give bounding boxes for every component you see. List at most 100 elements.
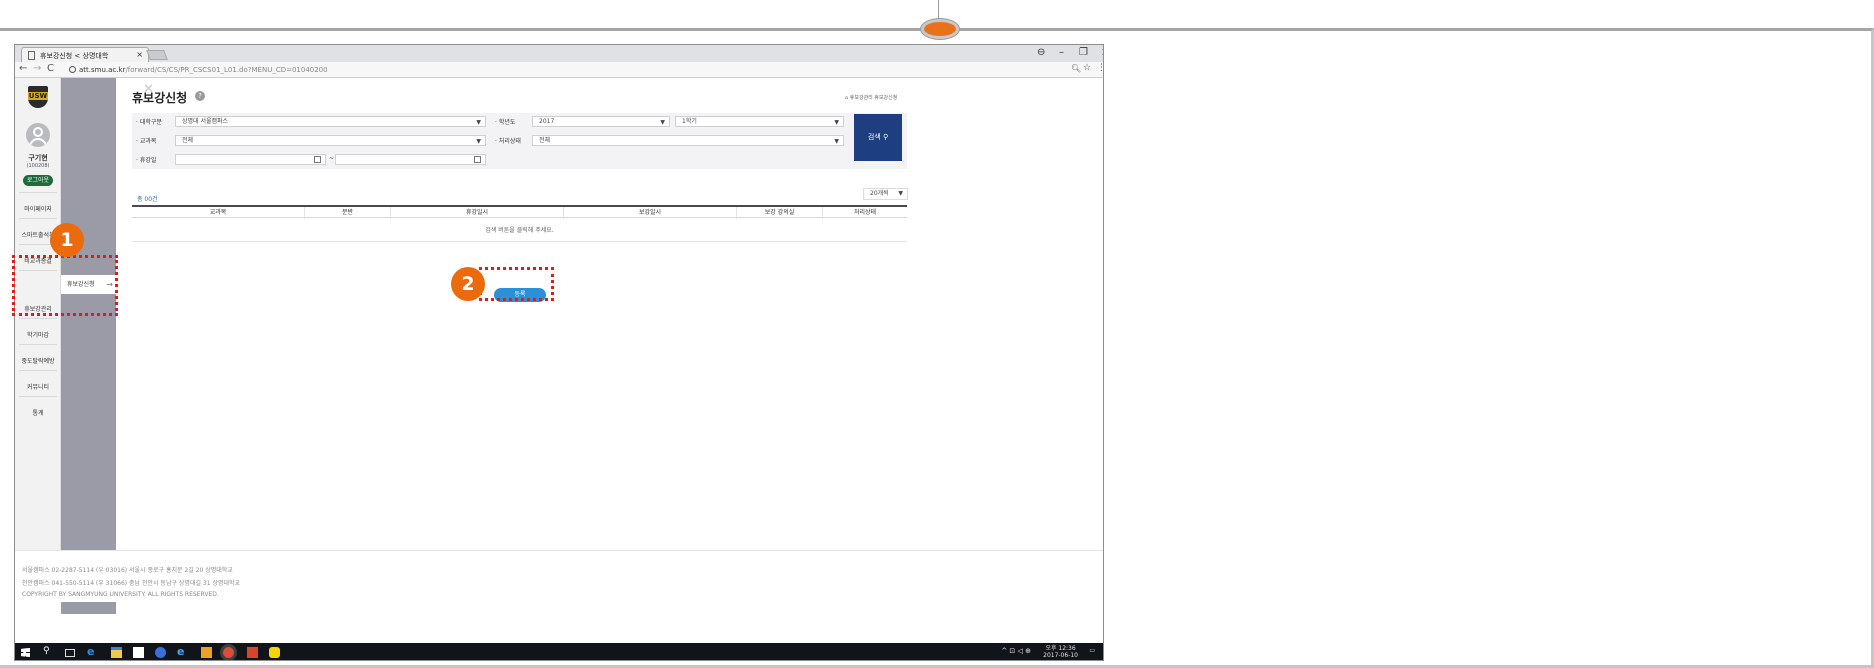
nav-divider [19, 344, 57, 345]
calendar-icon[interactable] [474, 156, 481, 163]
annotation-badge-1: 1 [50, 223, 84, 257]
url-path: /forward/CS/CS/PR_CSCS01_L01.do?MENU_CD=… [125, 66, 328, 74]
campus-select[interactable]: 상명대 서울캠퍼스 ▼ [175, 116, 486, 127]
footer: 서울캠퍼스 02-2287-5114 (우 03016) 서울시 종로구 홍지문… [15, 550, 1103, 643]
tray-date: 2017-06-10 [1043, 652, 1078, 659]
nav-item-term-close[interactable]: 학기마감 [15, 330, 61, 339]
subject-value: 전체 [182, 137, 194, 144]
reload-icon[interactable]: C [47, 63, 54, 74]
chevron-down-icon: ▼ [660, 119, 665, 126]
annotation-box-2 [479, 267, 554, 301]
folder-icon[interactable] [201, 647, 212, 658]
subject-label: · 교과목 [136, 138, 157, 145]
column-header: 분반 [305, 207, 391, 219]
status-select[interactable]: 전체 ▼ [532, 135, 844, 146]
user-name: 구기현 [28, 154, 48, 162]
result-count: 총 00건 [137, 196, 158, 203]
status-label: · 처리상태 [495, 138, 521, 145]
term-select[interactable]: 1학기 ▼ [675, 116, 844, 127]
chevron-down-icon: ▼ [898, 190, 903, 197]
nav-item-mypage[interactable]: 마이페이지 [15, 204, 61, 213]
submenu-panel-bottom [61, 602, 116, 614]
subject-select[interactable]: 전체 ▼ [175, 135, 486, 146]
start-date-input[interactable] [175, 154, 326, 165]
close-tab-icon[interactable]: × [136, 50, 143, 59]
minimize-icon[interactable]: – [1059, 47, 1064, 58]
column-header: 처리상태 [853, 209, 877, 216]
campus-value: 상명대 서울캠퍼스 [182, 118, 229, 125]
table-header: 교과목 분반 휴강일시 보강일시 보강 강의실 처리상태 [132, 205, 907, 219]
app-icon[interactable] [155, 647, 166, 658]
campus-label: · 대학구분 [136, 119, 162, 126]
task-view-icon[interactable] [65, 649, 75, 657]
browser-tab[interactable]: 휴보강신청 < 상명대학 × [21, 47, 149, 62]
page-size-value: 20개씩 [870, 190, 889, 197]
address-bar: ← → C att.smu.ac.kr/forward/CS/CS/PR_CSC… [15, 62, 1103, 78]
profile-icon[interactable]: ⊖ [1037, 47, 1045, 58]
tab-bar: 휴보강신청 < 상명대학 × ⊖ – ❐ × [15, 45, 1103, 62]
store-icon[interactable] [133, 647, 144, 658]
start-windows-icon[interactable] [21, 648, 30, 657]
chrome-icon[interactable] [223, 647, 234, 658]
page-size-select[interactable]: 20개씩 ▼ [863, 188, 908, 200]
column-header: 보강 강의실 [737, 207, 823, 219]
search-icon[interactable]: ⚲ [43, 646, 54, 657]
breadcrumb-text: 휴보강관리 휴보강신청 [849, 95, 898, 101]
year-select[interactable]: 2017 ▼ [532, 116, 670, 127]
status-value: 전체 [539, 137, 551, 144]
restore-icon[interactable]: ❐ [1079, 47, 1088, 58]
search-button[interactable]: 검색 ⚲ [854, 114, 902, 161]
empty-table-message: 검색 버튼을 클릭해 주세요. [132, 219, 907, 242]
chevron-down-icon: ▼ [476, 138, 481, 145]
back-icon[interactable]: ← [19, 63, 27, 74]
info-icon [69, 66, 76, 73]
help-icon[interactable]: ? [195, 91, 205, 101]
logo-text: USW [28, 92, 48, 100]
year-label: · 학년도 [495, 119, 516, 126]
column-header: 휴강일시 [391, 207, 564, 219]
nav-divider [19, 396, 57, 397]
page: USW 구기현 (100208) 로그아웃 마이페이지 스마트출석부 비교과종결… [15, 78, 1103, 643]
url-host: att.smu.ac.kr [79, 66, 126, 74]
tray-clock[interactable]: 오후 12:36 2017-06-10 [1043, 645, 1078, 659]
annotation-box-1 [12, 255, 118, 316]
forward-icon[interactable]: → [33, 63, 41, 74]
powerpoint-icon[interactable] [247, 647, 258, 658]
footer-copyright: COPYRIGHT BY SANGMYUNG UNIVERSITY. ALL R… [22, 591, 219, 598]
calendar-icon[interactable] [314, 156, 321, 163]
ie-icon[interactable]: e [177, 645, 188, 658]
nav-item-community[interactable]: 커뮤니티 [15, 382, 61, 391]
zoom-icon[interactable]: 🔍︎ [1071, 64, 1081, 73]
end-date-input[interactable] [335, 154, 486, 165]
url-input[interactable]: att.smu.ac.kr/forward/CS/CS/PR_CSCS01_L0… [67, 64, 1077, 76]
notification-icon[interactable]: ▭ [1089, 647, 1095, 654]
term-value: 1학기 [682, 118, 697, 125]
breadcrumb: ⌂ 휴보강관리 휴보강신청 [845, 94, 897, 101]
date-label: · 휴강일 [136, 157, 157, 164]
column-header: 교과목 [132, 207, 305, 219]
university-logo[interactable]: USW [28, 86, 48, 108]
tab-title: 휴보강신청 < 상명대학 [40, 52, 109, 60]
logout-button[interactable]: 로그아웃 [23, 175, 53, 186]
nav-item-dropout-prevention[interactable]: 중도탈락예방 [15, 356, 61, 365]
edge-icon[interactable]: e [87, 645, 98, 658]
page-icon [28, 51, 35, 60]
user-id: (100208) [26, 163, 50, 169]
kakaotalk-icon[interactable] [269, 647, 280, 658]
search-button-label: 검색 [867, 133, 881, 141]
nav-item-statistics[interactable]: 통계 [15, 408, 61, 417]
page-title: 휴보강신청 [132, 91, 188, 105]
footer-seoul-address: 서울캠퍼스 02-2287-5114 (우 03016) 서울시 종로구 홍지문… [22, 567, 233, 574]
nav-divider [19, 370, 57, 371]
tray-time: 오후 12:36 [1045, 645, 1076, 652]
menu-icon[interactable]: ⋮ [1097, 63, 1103, 73]
search-icon: ⚲ [882, 133, 889, 141]
close-window-icon[interactable]: × [1101, 47, 1103, 58]
file-explorer-icon[interactable] [111, 647, 122, 658]
chevron-down-icon: ▼ [834, 119, 839, 126]
new-tab-button[interactable] [146, 50, 168, 60]
chevron-down-icon: ▼ [834, 138, 839, 145]
tray-icons[interactable]: ^ ⊡ ◁ ⊕ [1001, 647, 1031, 655]
bookmark-star-icon[interactable]: ☆ [1083, 63, 1091, 73]
user-icon [33, 127, 43, 137]
